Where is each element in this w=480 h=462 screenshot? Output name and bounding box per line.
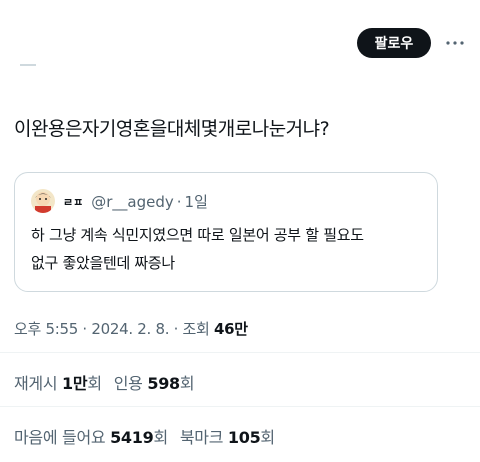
cropped-username-stub [20, 64, 36, 66]
tweet-timestamp[interactable]: 오후 5:55 · 2024. 2. 8. · 조회 [14, 320, 214, 338]
quote-avatar[interactable] [31, 189, 55, 213]
quotes-stat[interactable]: 인용 598회 [114, 374, 195, 393]
quoted-tweet-card[interactable]: ㄹㅍ @r__agedy · 1일 하 그냥 계속 식민지였으면 따로 일본어 … [14, 172, 438, 292]
retweet-quote-stats: 재게시 1만회 인용 598회 [14, 370, 195, 394]
quotes-value: 598 [147, 374, 180, 393]
bookmarks-suffix: 회 [260, 428, 275, 447]
retweets-suffix: 회 [87, 374, 102, 393]
divider [0, 406, 480, 407]
like-bookmark-stats: 마음에 들어요 5419회 북마크 105회 [14, 424, 275, 448]
quotes-label: 인용 [113, 374, 148, 393]
bookmarks-stat[interactable]: 북마크 105회 [180, 428, 275, 447]
tweet-meta: 오후 5:55 · 2024. 2. 8. · 조회 46만 [14, 318, 248, 339]
view-count: 46만 [214, 320, 248, 338]
retweets-stat[interactable]: 재게시 1만회 [14, 374, 102, 393]
quote-display-name[interactable]: ㄹㅍ [63, 194, 83, 210]
follow-button[interactable]: 팔로우 [357, 28, 431, 58]
more-horizontal-icon[interactable] [444, 34, 466, 52]
retweets-value: 1만 [62, 374, 88, 393]
quote-separator: · [176, 192, 182, 211]
tweet-detail: 팔로우 이완용은자기영혼을대체몇개로나눈거냐? ㄹㅍ @r__agedy · 1… [0, 0, 480, 462]
quote-handle[interactable]: @r__agedy [91, 193, 174, 211]
quote-body: 하 그냥 계속 식민지였으면 따로 일본어 공부 할 필요도 없구 좋았을텐데 … [31, 221, 431, 277]
retweets-label: 재게시 [14, 374, 63, 393]
likes-label: 마음에 들어요 [14, 428, 111, 447]
bookmarks-value: 105 [227, 428, 261, 447]
likes-suffix: 회 [153, 428, 168, 447]
bookmarks-label: 북마크 [179, 428, 228, 447]
quote-body-line: 없구 좋았을텐데 짜증나 [31, 254, 175, 272]
quote-time[interactable]: 1일 [185, 191, 208, 212]
quote-header: ㄹㅍ @r__agedy · 1일 [63, 191, 208, 212]
tweet-text: 이완용은자기영혼을대체몇개로나눈거냐? [14, 118, 330, 140]
likes-stat[interactable]: 마음에 들어요 5419회 [14, 428, 168, 447]
quote-body-line: 하 그냥 계속 식민지였으면 따로 일본어 공부 할 필요도 [31, 226, 364, 244]
quotes-suffix: 회 [179, 374, 195, 393]
likes-value: 5419 [110, 428, 154, 447]
divider [0, 352, 480, 353]
